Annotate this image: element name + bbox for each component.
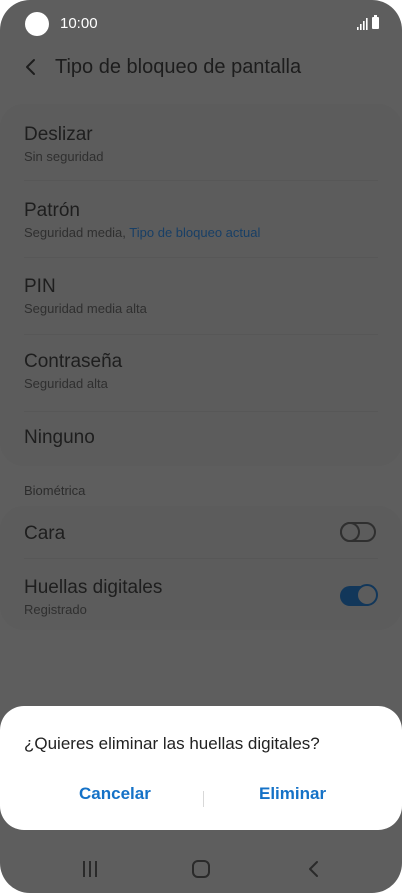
list-item-title: Contraseña [24, 351, 123, 372]
delete-button[interactable]: Eliminar [259, 784, 326, 804]
list-item-title: Ninguno [24, 427, 95, 448]
list-item-subtitle: Registrado [24, 602, 87, 617]
list-item-title: Cara [24, 523, 66, 544]
app-header: Tipo de bloqueo de pantalla [0, 50, 402, 86]
signal-icon [357, 18, 368, 30]
list-item-pin[interactable]: PIN Seguridad media alta [0, 258, 402, 334]
page-title: Tipo de bloqueo de pantalla [55, 56, 302, 78]
fingerprints-toggle[interactable] [340, 584, 378, 606]
face-toggle[interactable] [340, 522, 376, 542]
dialog-message: ¿Quieres eliminar las huellas digitales? [24, 734, 320, 753]
security-level: Seguridad media, [24, 225, 126, 240]
list-item-title: Deslizar [24, 124, 93, 145]
home-icon[interactable] [191, 860, 213, 878]
recent-apps-icon[interactable] [80, 861, 100, 877]
list-item-title: Patrón [24, 200, 80, 221]
back-icon[interactable] [308, 860, 320, 878]
list-item-none[interactable]: Ninguno [0, 412, 402, 466]
list-item-pattern[interactable]: Patrón Seguridad media, Tipo de bloqueo … [0, 181, 402, 257]
delete-fingerprints-dialog: ¿Quieres eliminar las huellas digitales?… [0, 706, 402, 830]
list-item-title: Huellas digitales [24, 577, 163, 598]
battery-icon [372, 15, 379, 29]
back-arrow-icon[interactable] [20, 52, 42, 82]
list-item-face[interactable]: Cara [0, 506, 402, 558]
toggle-knob [340, 522, 360, 542]
list-item-subtitle: Seguridad media, Tipo de bloqueo actual [24, 225, 260, 240]
list-item-title: PIN [24, 276, 56, 297]
lock-type-list: Deslizar Sin seguridad Patrón Seguridad … [0, 104, 402, 466]
list-item-subtitle: Seguridad media alta [24, 301, 147, 316]
list-item-swipe[interactable]: Deslizar Sin seguridad [0, 104, 402, 180]
list-item-subtitle: Seguridad alta [24, 376, 108, 391]
button-divider [203, 791, 204, 807]
camera-cutout [25, 12, 49, 36]
current-lock-label: Tipo de bloqueo actual [129, 225, 261, 240]
toggle-knob [356, 584, 378, 606]
list-item-password[interactable]: Contraseña Seguridad alta [0, 335, 402, 411]
cancel-button[interactable]: Cancelar [79, 784, 151, 804]
status-bar: 10:00 [0, 0, 402, 48]
phone-screen: 10:00 Tipo de bloqueo de pantalla Desliz… [0, 0, 402, 893]
list-item-fingerprints[interactable]: Huellas digitales Registrado [0, 559, 402, 630]
list-item-subtitle: Sin seguridad [24, 149, 104, 164]
navigation-bar [0, 845, 402, 893]
biometrics-list: Cara Huellas digitales Registrado [0, 506, 402, 630]
section-header-biometrics: Biométrica [24, 483, 86, 498]
status-time: 10:00 [60, 15, 98, 32]
